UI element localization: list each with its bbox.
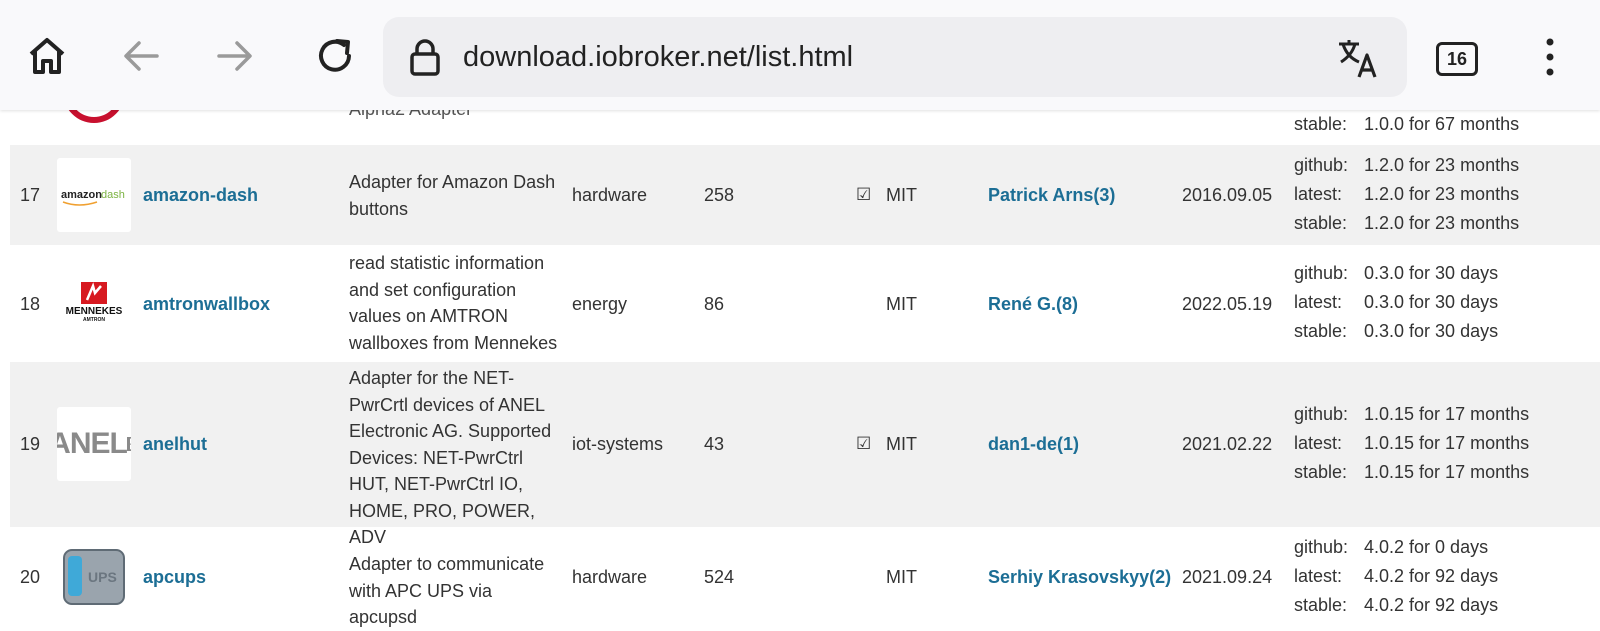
svg-text:amazon: amazon xyxy=(61,189,102,201)
adapter-name-link[interactable]: apcups xyxy=(143,564,206,591)
adapter-name-link[interactable]: amazon-dash xyxy=(143,182,258,209)
adapter-type: energy xyxy=(572,294,628,314)
anel-logo: ANEL EL xyxy=(57,407,131,481)
table-row: 20 UPS apcups Adapter to communicate wit… xyxy=(10,527,1600,630)
adapter-description: Adapter for Amazon Dash buttons xyxy=(349,172,556,219)
install-count: 258 xyxy=(704,185,735,205)
url-text[interactable]: download.iobroker.net/list.html xyxy=(463,17,853,97)
adapter-name-link[interactable]: anelhut xyxy=(143,431,207,458)
tabs-counter-button[interactable]: 16 xyxy=(1436,42,1478,76)
author-link[interactable]: René G.(8) xyxy=(988,291,1078,318)
back-icon[interactable] xyxy=(113,28,169,84)
author-link[interactable]: dan1-de(1) xyxy=(988,431,1079,458)
forward-icon[interactable] xyxy=(207,28,263,84)
date: 2021.09.24 xyxy=(1182,567,1273,587)
version-info: github: 1.2.0 for 23 months latest: 1.2.0 … xyxy=(1294,155,1520,234)
version-info: github: 1.0.15 for 17 months latest: 1.0.1… xyxy=(1294,404,1530,483)
row-number: 19 xyxy=(20,434,41,454)
check-icon: ☑ xyxy=(856,434,872,453)
adapter-description: Adapter to communicate with APC UPS via … xyxy=(349,554,545,627)
version-info: github: 0.3.0 for 30 days latest: 0.3.0 fo… xyxy=(1294,263,1499,342)
author-link[interactable]: Patrick Arns(3) xyxy=(988,182,1115,209)
author-link[interactable]: Serhiy Krasovskyy(2) xyxy=(988,564,1171,591)
url-bar[interactable]: download.iobroker.net/list.html xyxy=(383,17,1407,97)
logo-subtext: EL xyxy=(126,437,131,451)
row-number: 17 xyxy=(20,185,41,205)
check-icon: ☑ xyxy=(856,185,872,204)
table-row: 18 MENNEKES AMTRON amtronwallbox read st… xyxy=(10,245,1600,362)
logo-subtext: AMTRON xyxy=(83,316,105,323)
adapter-name-link[interactable]: amtronwallbox xyxy=(143,291,270,318)
version-info: stable: 1.0.0 for 67 months xyxy=(1294,114,1520,135)
logo-text: MENNEKES xyxy=(65,305,123,317)
logo-text: ANEL xyxy=(57,427,128,460)
date: 2022.05.19 xyxy=(1182,294,1273,314)
date: 2021.02.22 xyxy=(1182,434,1273,454)
adapter-description: Adapter for the NET-PwrCrtl devices of A… xyxy=(349,368,552,547)
date: 2016.09.05 xyxy=(1182,185,1273,205)
table-row: 17 amazon dash amazon-dash Adapter for A… xyxy=(10,145,1600,245)
install-count: 524 xyxy=(704,567,735,587)
reload-icon[interactable] xyxy=(307,28,363,84)
mennekes-logo: MENNEKES AMTRON xyxy=(57,265,131,339)
version-info: github: 4.0.2 for 0 days latest: 4.0.2 for… xyxy=(1294,537,1499,616)
adapter-description: read statistic information and set confi… xyxy=(349,253,558,353)
logo-text: UPS xyxy=(88,569,117,585)
license: MIT xyxy=(886,434,917,454)
row-number: 20 xyxy=(20,567,41,587)
adapter-type: hardware xyxy=(572,567,648,587)
translate-icon[interactable] xyxy=(1335,35,1381,81)
license: MIT xyxy=(886,185,917,205)
browser-toolbar: download.iobroker.net/list.html 16 xyxy=(0,0,1600,110)
svg-text:dash: dash xyxy=(101,189,125,201)
row-number: 18 xyxy=(20,294,41,314)
amazon-dash-logo: amazon dash xyxy=(57,158,131,232)
table-row: 19 ANEL EL anelhut Adapter for the NET-P… xyxy=(10,362,1600,547)
lock-icon[interactable] xyxy=(405,37,445,77)
license: MIT xyxy=(886,294,917,314)
license: MIT xyxy=(886,567,917,587)
adapter-type: iot-systems xyxy=(572,434,664,454)
home-icon[interactable] xyxy=(19,28,75,84)
ups-logo: UPS xyxy=(57,540,131,614)
menu-icon[interactable] xyxy=(1535,36,1565,78)
install-count: 86 xyxy=(704,294,725,314)
adapter-type: hardware xyxy=(572,185,648,205)
install-count: 43 xyxy=(704,434,725,454)
